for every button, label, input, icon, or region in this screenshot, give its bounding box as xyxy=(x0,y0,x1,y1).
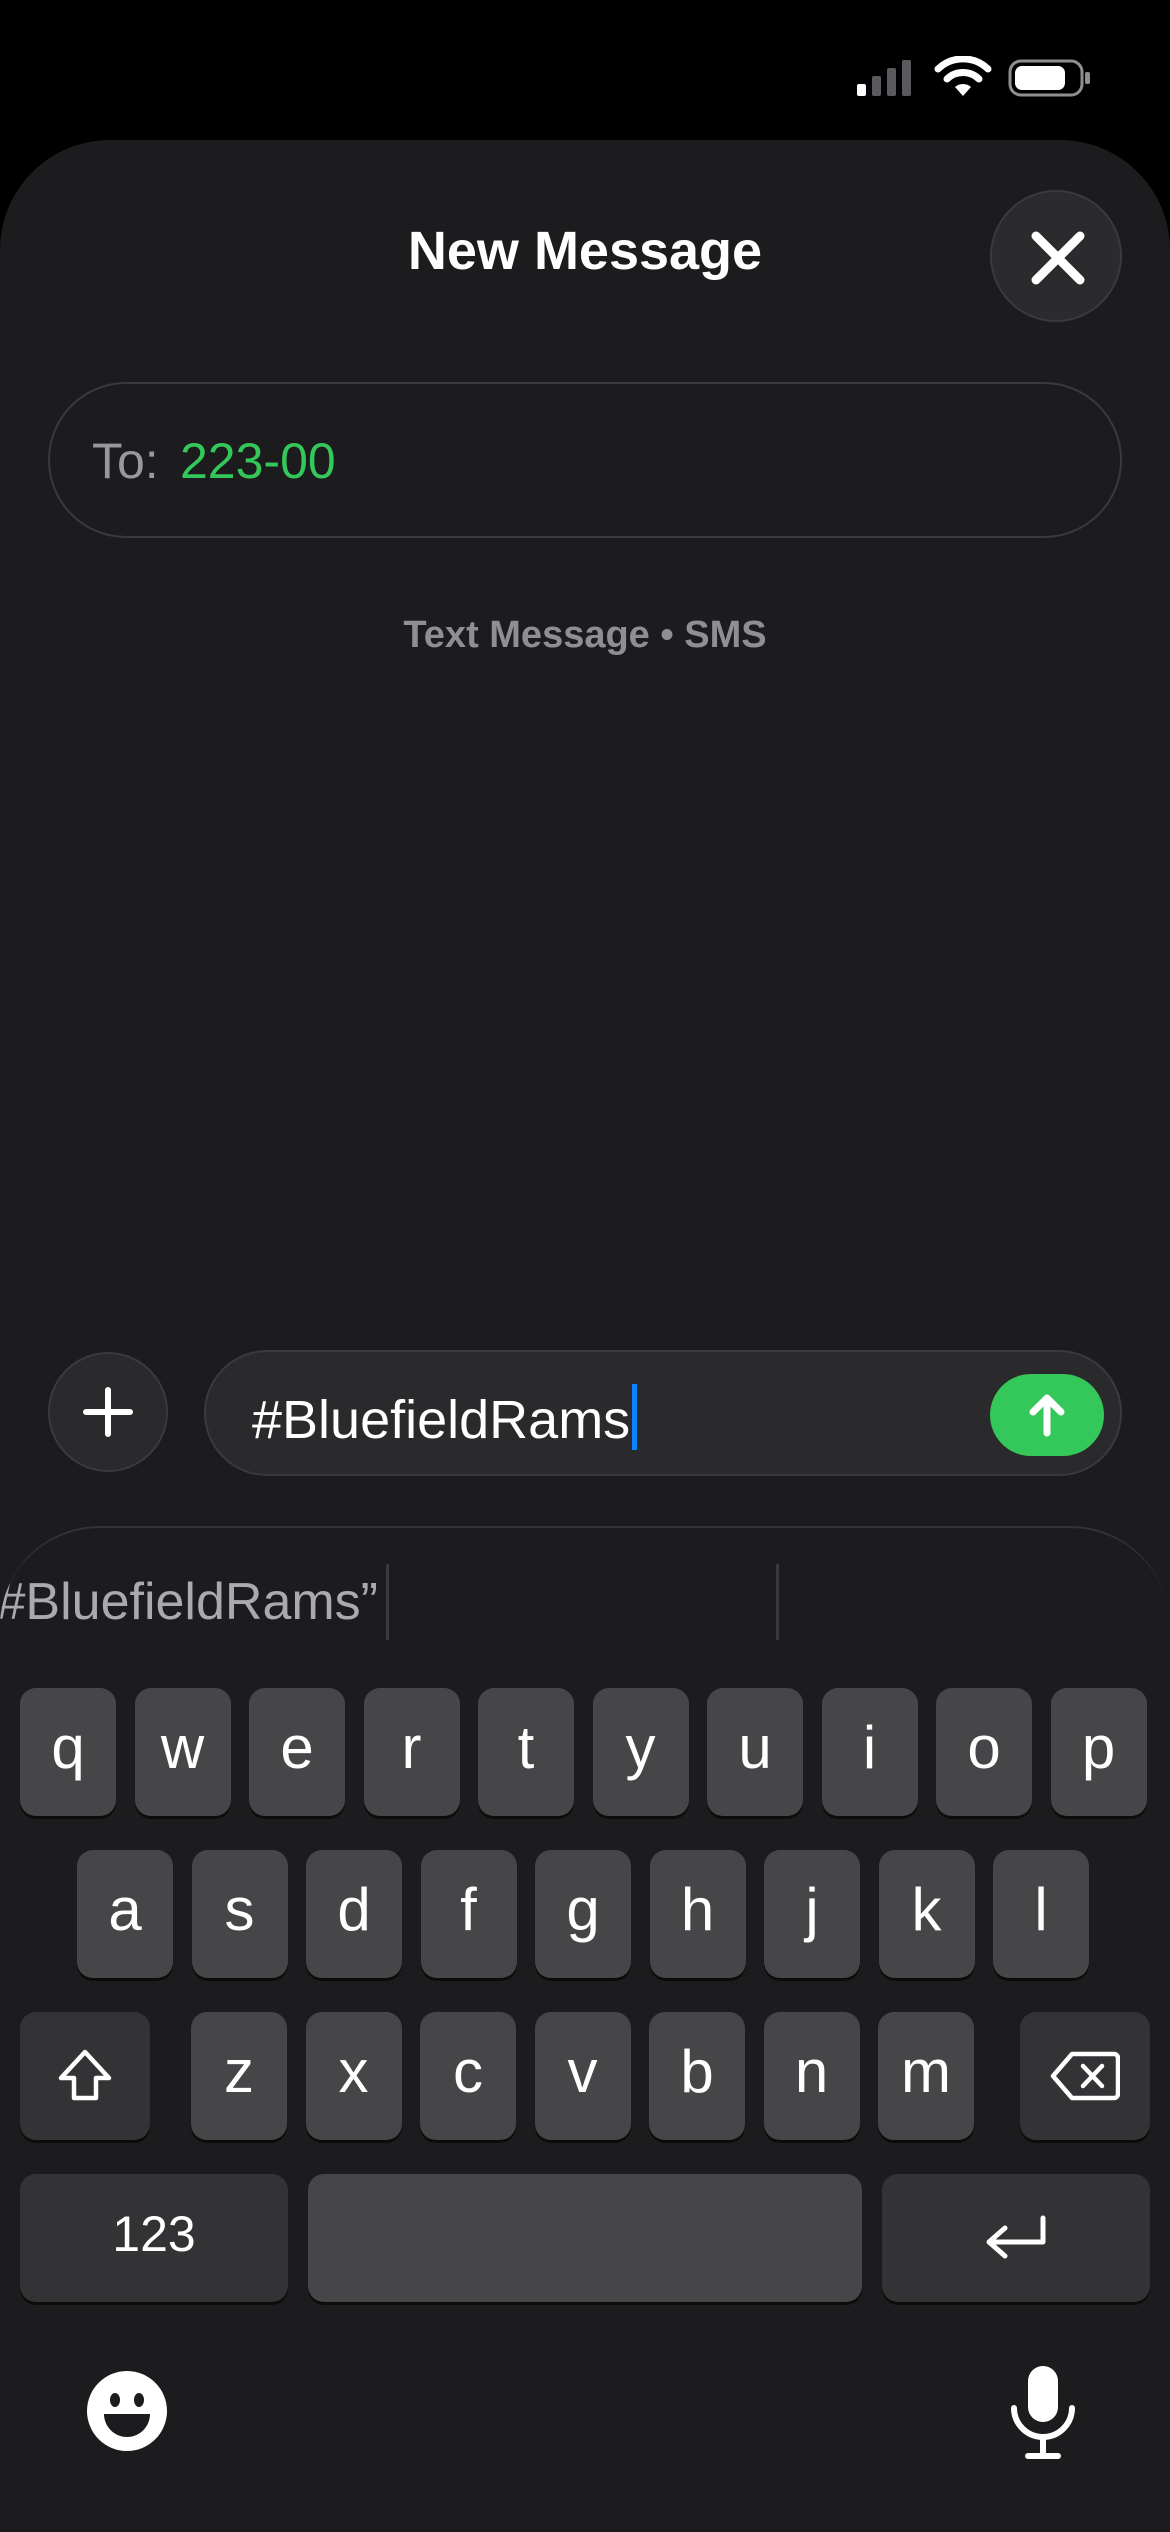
key-o[interactable]: o xyxy=(936,1688,1032,1816)
key-t[interactable]: t xyxy=(478,1688,574,1816)
suggestion-bar: “#BluefieldRams” xyxy=(0,1528,1170,1678)
key-s[interactable]: s xyxy=(191,1850,288,1978)
dictation-button[interactable] xyxy=(1008,2364,1078,2460)
key-q[interactable]: q xyxy=(20,1688,116,1816)
key-f[interactable]: f xyxy=(420,1850,517,1978)
shift-icon xyxy=(58,2049,112,2101)
recipient-value[interactable]: 223-00 xyxy=(180,432,336,490)
suggestion-divider xyxy=(386,1564,389,1640)
status-bar xyxy=(0,0,1170,140)
key-e[interactable]: e xyxy=(249,1688,345,1816)
microphone-icon xyxy=(1011,2366,1075,2459)
message-text: #BluefieldRams xyxy=(252,1390,631,1450)
recipient-label: To: xyxy=(92,433,159,489)
key-x[interactable]: x xyxy=(305,2012,402,2140)
delete-icon xyxy=(1050,2051,1120,2101)
message-input[interactable]: #BluefieldRams xyxy=(204,1350,1122,1476)
key-k[interactable]: k xyxy=(878,1850,975,1978)
send-button[interactable] xyxy=(990,1374,1104,1456)
key-i[interactable]: i xyxy=(821,1688,918,1816)
delete-key[interactable] xyxy=(1020,2012,1150,2140)
battery-icon xyxy=(1008,59,1090,97)
key-b[interactable]: b xyxy=(649,2012,745,2140)
key-v[interactable]: v xyxy=(534,2012,631,2140)
message-text-wrap: #BluefieldRams xyxy=(252,1384,638,1451)
close-button[interactable] xyxy=(990,190,1122,322)
return-key[interactable] xyxy=(882,2174,1150,2302)
space-key[interactable] xyxy=(308,2174,862,2302)
key-y[interactable]: y xyxy=(592,1688,689,1816)
attach-button[interactable] xyxy=(48,1352,168,1472)
key-u[interactable]: u xyxy=(707,1688,803,1816)
recipient-field[interactable]: To: 223-00 xyxy=(48,382,1122,538)
numbers-key[interactable]: 123 xyxy=(20,2174,288,2302)
key-m[interactable]: m xyxy=(878,2012,974,2140)
key-a[interactable]: a xyxy=(77,1850,173,1978)
suggestion-item[interactable]: “#BluefieldRams” xyxy=(0,1572,378,1632)
key-r[interactable]: r xyxy=(363,1688,460,1816)
key-z[interactable]: z xyxy=(191,2012,287,2140)
emoji-button[interactable] xyxy=(86,2370,168,2452)
arrow-up-icon xyxy=(1029,1394,1065,1437)
screen: New Message To: 223-00 Text Message • SM… xyxy=(0,0,1170,2532)
close-icon xyxy=(1031,231,1085,285)
suggestion-divider xyxy=(776,1564,779,1640)
key-h[interactable]: h xyxy=(649,1850,746,1978)
wifi-icon xyxy=(934,56,992,96)
return-icon xyxy=(986,2215,1046,2259)
service-label: Text Message • SMS xyxy=(403,614,767,656)
key-n[interactable]: n xyxy=(763,2012,860,2140)
key-d[interactable]: d xyxy=(306,1850,402,1978)
key-c[interactable]: c xyxy=(420,2012,516,2140)
key-p[interactable]: p xyxy=(1050,1688,1147,1816)
shift-key[interactable] xyxy=(20,2012,150,2140)
text-caret xyxy=(632,1384,638,1450)
key-l[interactable]: l xyxy=(993,1850,1089,1978)
cellular-signal-icon xyxy=(857,60,911,96)
key-j[interactable]: j xyxy=(764,1850,860,1978)
keyboard: “#BluefieldRams” qwertyuiop asdfghjkl zx… xyxy=(0,1526,1170,2532)
plus-icon xyxy=(83,1387,133,1437)
key-w[interactable]: w xyxy=(134,1688,231,1816)
emoji-icon xyxy=(87,2371,167,2451)
key-g[interactable]: g xyxy=(535,1850,631,1978)
